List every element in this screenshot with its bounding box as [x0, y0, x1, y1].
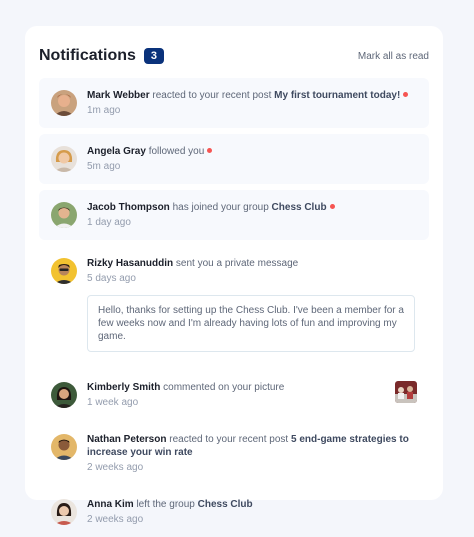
- notification-action: sent you a private message: [175, 258, 299, 269]
- user-name-link[interactable]: Jacob Thompson: [87, 202, 170, 213]
- group-link[interactable]: Chess Club: [198, 499, 253, 510]
- notification-item[interactable]: Mark Webber reacted to your recent post …: [39, 78, 429, 128]
- timestamp: 2 weeks ago: [87, 462, 144, 473]
- timestamp: 1m ago: [87, 105, 121, 116]
- notification-action: followed you: [148, 146, 205, 157]
- notification-body: Rizky Hasanuddin sent you a private mess…: [87, 257, 417, 352]
- notification-item[interactable]: Anna Kim left the group Chess Club 2 wee…: [39, 487, 429, 537]
- notification-action: reacted to your recent post: [152, 90, 272, 101]
- user-name-link[interactable]: Anna Kim: [87, 499, 134, 510]
- notification-item[interactable]: Jacob Thompson has joined your group Che…: [39, 190, 429, 240]
- avatar[interactable]: [51, 202, 77, 228]
- notification-action: has joined your group: [172, 202, 269, 213]
- page-title: Notifications: [39, 47, 136, 64]
- user-name-link[interactable]: Nathan Peterson: [87, 434, 166, 445]
- user-name-link[interactable]: Angela Gray: [87, 146, 146, 157]
- user-name-link[interactable]: Rizky Hasanuddin: [87, 258, 173, 269]
- group-link[interactable]: Chess Club: [272, 202, 327, 213]
- notification-body: Nathan Peterson reacted to your recent p…: [87, 433, 417, 474]
- notification-item[interactable]: Angela Gray followed you 5m ago: [39, 134, 429, 184]
- user-name-link[interactable]: Kimberly Smith: [87, 382, 160, 393]
- avatar[interactable]: [51, 90, 77, 116]
- notification-body: Angela Gray followed you 5m ago: [87, 145, 417, 173]
- unread-dot-icon: [329, 203, 335, 209]
- title-wrap: Notifications 3: [39, 47, 165, 65]
- notification-item[interactable]: Rizky Hasanuddin sent you a private mess…: [39, 246, 429, 363]
- post-link[interactable]: My first tournament today!: [274, 90, 400, 101]
- avatar[interactable]: [51, 258, 77, 284]
- commented-picture-thumbnail[interactable]: [395, 381, 417, 403]
- notification-item[interactable]: Kimberly Smith commented on your picture…: [39, 367, 429, 420]
- timestamp: 2 weeks ago: [87, 514, 144, 525]
- notification-body: Kimberly Smith commented on your picture…: [87, 381, 385, 409]
- timestamp: 1 week ago: [87, 397, 139, 408]
- notification-action: left the group: [136, 499, 195, 510]
- user-name-link[interactable]: Mark Webber: [87, 90, 150, 101]
- unread-dot-icon: [403, 91, 409, 97]
- avatar[interactable]: [51, 499, 77, 525]
- notifications-card: Notifications 3 Mark all as read Mark We…: [25, 26, 443, 525]
- avatar[interactable]: [51, 146, 77, 172]
- timestamp: 5 days ago: [87, 273, 136, 284]
- private-message-preview[interactable]: Hello, thanks for setting up the Chess C…: [87, 295, 415, 352]
- avatar[interactable]: [51, 434, 77, 460]
- notification-body: Anna Kim left the group Chess Club 2 wee…: [87, 498, 417, 526]
- timestamp: 1 day ago: [87, 217, 131, 228]
- notification-item[interactable]: Nathan Peterson reacted to your recent p…: [39, 422, 429, 485]
- timestamp: 5m ago: [87, 161, 121, 172]
- notification-body: Jacob Thompson has joined your group Che…: [87, 201, 417, 229]
- notification-body: Mark Webber reacted to your recent post …: [87, 89, 417, 117]
- mark-all-read-button[interactable]: Mark all as read: [358, 51, 429, 62]
- avatar[interactable]: [51, 382, 77, 408]
- notification-action: reacted to your recent post: [169, 434, 289, 445]
- notification-action: commented on your picture: [163, 382, 285, 393]
- unread-count-badge: 3: [143, 48, 165, 64]
- unread-dot-icon: [207, 147, 213, 153]
- notifications-header: Notifications 3 Mark all as read: [39, 46, 429, 66]
